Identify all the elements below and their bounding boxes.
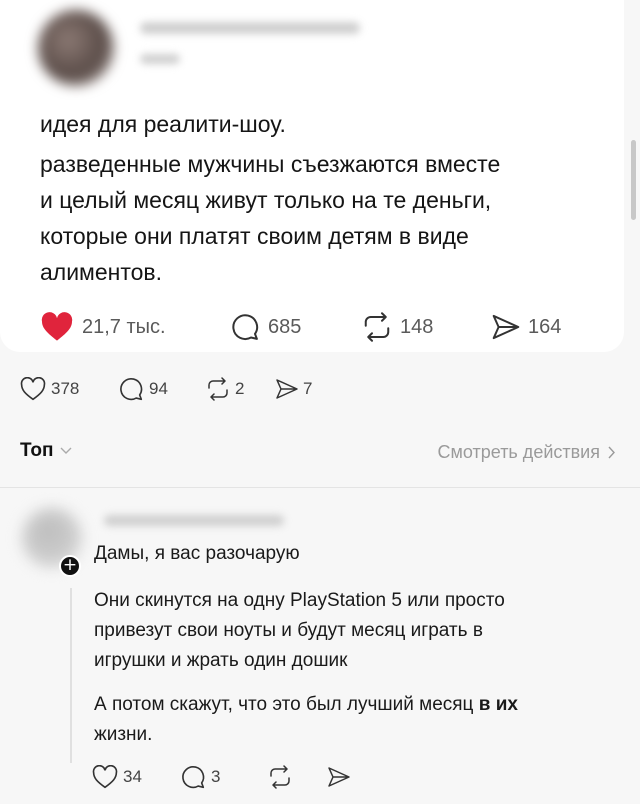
author-avatar[interactable]: [38, 10, 114, 86]
divider: [0, 487, 640, 488]
reply-share-button[interactable]: [326, 765, 352, 789]
author-name-blurred: [140, 22, 360, 34]
outer-stats: 378 94 2 7: [20, 376, 312, 402]
post-text-line: разведенные мужчины съезжаются вместе: [40, 151, 501, 177]
view-activity-label: Смотреть действия: [437, 442, 600, 462]
reply-text-line: Они скинутся на одну PlayStation 5 или п…: [94, 590, 505, 611]
post-text-line: которые они платят своим детям в виде: [40, 223, 469, 249]
reply-text-line: игрушки и жрать один дошик: [94, 650, 348, 671]
reply-text-prefix: А потом скажут, что это был лучший месяц: [94, 694, 479, 715]
comment-bubble-icon: [118, 376, 144, 402]
reply-text-line: привезут свои ноуты и будут месяц играть…: [94, 620, 483, 641]
post-time-blurred: [140, 54, 180, 64]
post-like-count: 21,7 тыс.: [82, 315, 166, 338]
chevron-right-icon: [608, 446, 616, 459]
outer-comment-button[interactable]: 94: [118, 376, 204, 402]
reply-like-count: 34: [123, 767, 142, 786]
post-repost-button[interactable]: 148: [360, 312, 490, 342]
reply-first-line: Дамы, я вас разочарую: [94, 543, 300, 564]
reply-text-line: жизни.: [94, 724, 153, 745]
repost-icon: [360, 312, 394, 342]
post-share-button[interactable]: 164: [490, 312, 561, 342]
sort-dropdown[interactable]: Топ: [20, 440, 72, 462]
post-like-button[interactable]: 21,7 тыс.: [40, 312, 230, 342]
post-comment-button[interactable]: 685: [230, 312, 360, 342]
comment-bubble-icon: [230, 312, 260, 342]
outer-share-button[interactable]: 7: [274, 377, 312, 401]
post-share-count: 164: [528, 315, 562, 338]
thread-line: [70, 588, 72, 763]
scrollbar-thumb[interactable]: [631, 140, 636, 220]
reply-comment-count: 3: [211, 767, 221, 786]
post-text-line: и целый месяц живут только на те деньги,: [40, 187, 492, 213]
post-text-line: алиментов.: [40, 259, 163, 285]
repost-icon: [204, 377, 232, 401]
chevron-down-icon: [60, 447, 72, 455]
heart-outline-icon: [92, 765, 118, 789]
send-icon: [274, 377, 300, 401]
reply-author-name-blurred: [104, 515, 284, 526]
outer-comment-count: 94: [149, 379, 168, 398]
reply-stats: 34 3: [92, 764, 352, 790]
post-repost-count: 148: [400, 315, 434, 338]
repost-icon: [266, 765, 294, 789]
view-activity-link[interactable]: Смотреть действия: [438, 442, 616, 463]
outer-share-count: 7: [303, 379, 313, 398]
heart-filled-icon: [40, 312, 74, 342]
sort-label: Топ: [20, 440, 54, 461]
outer-repost-count: 2: [235, 379, 245, 398]
reply-text-line: А потом скажут, что это был лучший месяц…: [94, 690, 518, 720]
send-icon: [490, 312, 522, 342]
reply-repost-button[interactable]: [266, 765, 326, 789]
heart-outline-icon: [20, 377, 46, 401]
reply-text-bold: в их: [478, 694, 518, 715]
follow-plus-button[interactable]: +: [59, 555, 81, 577]
post-stats: 21,7 тыс. 685 148 164: [40, 312, 561, 342]
outer-like-button[interactable]: 378: [20, 377, 118, 401]
reply-comment-button[interactable]: 3: [180, 764, 266, 790]
send-icon: [326, 765, 352, 789]
post-comment-count: 685: [268, 315, 302, 338]
post-title-line: идея для реалити-шоу.: [40, 111, 286, 137]
reply-like-button[interactable]: 34: [92, 765, 180, 789]
outer-like-count: 378: [51, 379, 80, 398]
outer-repost-button[interactable]: 2: [204, 377, 274, 401]
comment-bubble-icon: [180, 764, 206, 790]
quoted-post-card[interactable]: идея для реалити-шоу. разведенные мужчин…: [0, 0, 624, 352]
replies-header: Топ Смотреть действия: [0, 430, 640, 478]
